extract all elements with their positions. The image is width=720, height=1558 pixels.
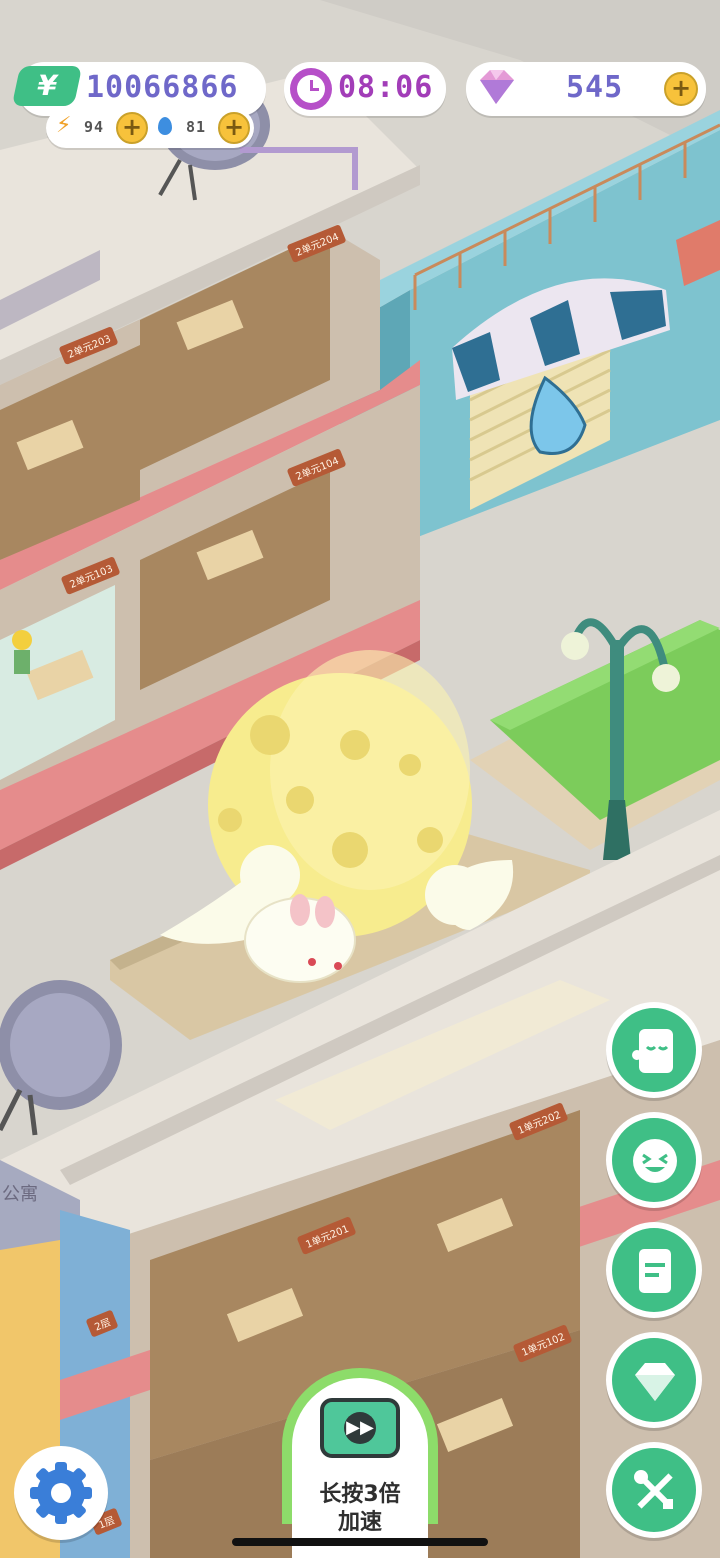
speed-up-button[interactable]: ▶▶ 长按3倍 加速 [282, 1368, 438, 1558]
add-water-button[interactable]: + [218, 112, 250, 144]
gear-icon [30, 1462, 92, 1524]
money-value: 10066866 [86, 70, 239, 105]
home-indicator[interactable] [232, 1538, 488, 1546]
diamond-shop-button[interactable] [606, 1332, 702, 1428]
laughing-face-icon [633, 1139, 677, 1183]
add-energy-button[interactable]: + [116, 112, 148, 144]
ghost-card-button[interactable] [606, 1002, 702, 1098]
gems-value: 545 [566, 70, 624, 105]
speed-up-label-2: 加速 [337, 1510, 382, 1535]
emoji-button[interactable] [606, 1112, 702, 1208]
diamond-icon [635, 1363, 675, 1401]
building-sign: 公寓 [2, 1184, 38, 1205]
yen-banknote-icon: ¥ [11, 66, 83, 106]
add-gems-button[interactable]: + [664, 72, 698, 106]
settings-button[interactable] [14, 1446, 108, 1540]
tv-fast-forward-icon: ▶▶ [320, 1398, 400, 1458]
gem-icon [474, 64, 518, 108]
water-value: 81 [186, 118, 207, 136]
ghost-card-icon [632, 1029, 673, 1073]
energy-value: 94 [84, 118, 105, 136]
tools-button[interactable] [606, 1442, 702, 1538]
notepad-icon [639, 1249, 671, 1293]
tools-icon [634, 1470, 673, 1509]
lightning-icon: ⚡ [56, 113, 72, 138]
clock-icon [290, 68, 332, 110]
timer-value: 08:06 [338, 70, 434, 105]
notes-button[interactable] [606, 1222, 702, 1318]
water-drop-icon [158, 117, 172, 135]
